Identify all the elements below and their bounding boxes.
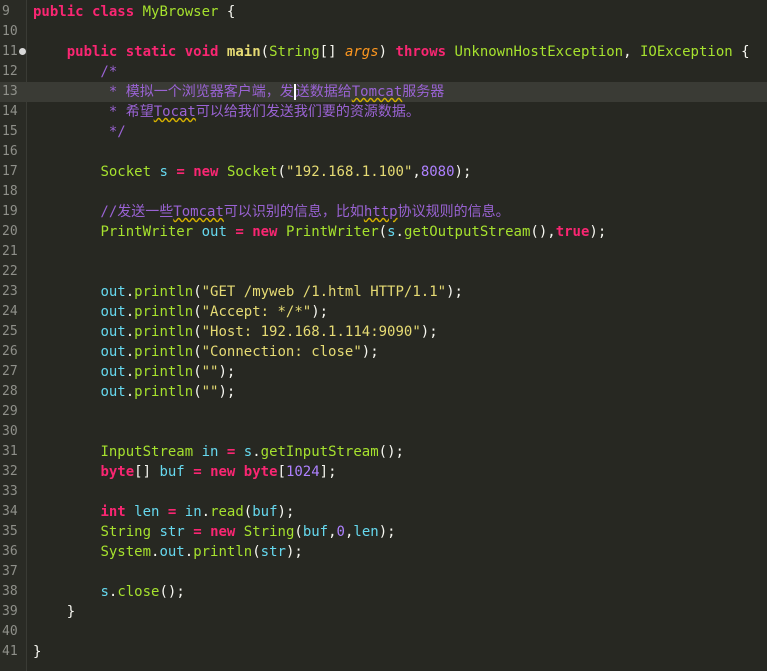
code-line[interactable]: 33 <box>0 482 767 502</box>
code-line[interactable]: 25 out.println("Host: 192.168.1.114:9090… <box>0 322 767 342</box>
code-line[interactable]: 35 String str = new String(buf,0,len); <box>0 522 767 542</box>
code-line[interactable]: 20 PrintWriter out = new PrintWriter(s.g… <box>0 222 767 242</box>
code-line[interactable]: 41} <box>0 642 767 662</box>
code-text: out.println(""); <box>100 384 236 400</box>
code-editor[interactable]: 9 public class MyBrowser { 10 11 public sta… <box>0 0 767 671</box>
code-text: Socket s = new Socket("192.168.1.100",80… <box>100 164 472 180</box>
line-number: 24 <box>2 304 18 319</box>
code-line[interactable]: 37 <box>0 562 767 582</box>
line-number: 34 <box>2 504 18 519</box>
code-line[interactable]: 27 out.println(""); <box>0 362 767 382</box>
line-number: 29 <box>2 404 18 419</box>
code-text: out.println(""); <box>100 364 236 380</box>
code-line[interactable]: 29 <box>0 402 767 422</box>
code-line[interactable]: 23 out.println("GET /myweb /1.html HTTP/… <box>0 282 767 302</box>
line-number: 18 <box>2 184 18 199</box>
line-number: 21 <box>2 244 18 259</box>
line-number: 20 <box>2 224 18 239</box>
code-line[interactable]: 17 Socket s = new Socket("192.168.1.100"… <box>0 162 767 182</box>
fold-toggle-icon[interactable] <box>19 48 26 55</box>
line-number: 15 <box>2 124 18 139</box>
code-line[interactable]: 28 out.println(""); <box>0 382 767 402</box>
code-line[interactable]: 26 out.println("Connection: close"); <box>0 342 767 362</box>
line-number: 31 <box>2 444 18 459</box>
code-line[interactable]: 39 } <box>0 602 767 622</box>
code-text: out.println("GET /myweb /1.html HTTP/1.1… <box>100 284 463 300</box>
line-number: 12 <box>2 64 18 79</box>
line-number: 10 <box>2 24 18 39</box>
code-line[interactable]: 34 int len = in.read(buf); <box>0 502 767 522</box>
line-number: 26 <box>2 344 18 359</box>
code-text: } <box>33 604 76 620</box>
code-text: out.println("Accept: */*"); <box>100 304 329 320</box>
code-line[interactable]: 21 <box>0 242 767 262</box>
code-text: * 模拟一个浏览器客户端，发 送数据给Tomcat服务器 <box>33 84 445 100</box>
code-text: byte[] buf = new byte[1024]; <box>100 464 337 480</box>
line-number: 17 <box>2 164 18 179</box>
code-text: * 希望Tocat可以给我们发送我们要的资源数据。 <box>33 104 420 120</box>
code-text: /* <box>33 64 118 80</box>
code-line[interactable]: 30 <box>0 422 767 442</box>
line-number: 38 <box>2 584 18 599</box>
code-line[interactable]: 12 /* <box>0 62 767 82</box>
line-number: 22 <box>2 264 18 279</box>
code-text: s.close(); <box>100 584 185 600</box>
code-line[interactable]: 13 * 模拟一个浏览器客户端，发 送数据给Tomcat服务器 <box>0 82 767 102</box>
line-number: 16 <box>2 144 18 159</box>
line-number: 33 <box>2 484 18 499</box>
code-text: out.println("Host: 192.168.1.114:9090"); <box>100 324 438 340</box>
code-line[interactable]: 10 <box>0 22 767 42</box>
code-line[interactable]: 15 */ <box>0 122 767 142</box>
code-line[interactable]: 22 <box>0 262 767 282</box>
code-text: int len = in.read(buf); <box>100 504 295 520</box>
line-number: 27 <box>2 364 18 379</box>
code-lines: 9 public class MyBrowser { 10 11 public sta… <box>0 2 767 662</box>
code-text: public class MyBrowser { <box>33 4 236 20</box>
code-text: //发送一些Tomcat可以识别的信息，比如http协议规则的信息。 <box>33 204 510 220</box>
code-line[interactable]: 24 out.println("Accept: */*"); <box>0 302 767 322</box>
text-cursor <box>293 84 296 100</box>
line-number: 35 <box>2 524 18 539</box>
line-number: 37 <box>2 564 18 579</box>
code-text: PrintWriter out = new PrintWriter(s.getO… <box>100 224 607 240</box>
line-number: 32 <box>2 464 18 479</box>
code-line[interactable]: 38 s.close(); <box>0 582 767 602</box>
line-number: 14 <box>2 104 18 119</box>
code-text: public static void main(String[] args) t… <box>66 44 750 60</box>
code-line[interactable]: 14 * 希望Tocat可以给我们发送我们要的资源数据。 <box>0 102 767 122</box>
line-number: 13 <box>2 84 18 99</box>
line-number: 40 <box>2 624 18 639</box>
line-number: 9 <box>2 4 10 19</box>
code-line[interactable]: 9 public class MyBrowser { <box>0 2 767 22</box>
code-line[interactable]: 40 <box>0 622 767 642</box>
code-text: InputStream in = s.getInputStream(); <box>100 444 404 460</box>
code-text: System.out.println(str); <box>100 544 303 560</box>
line-number: 30 <box>2 424 18 439</box>
line-number: 39 <box>2 604 18 619</box>
code-line[interactable]: 19 //发送一些Tomcat可以识别的信息，比如http协议规则的信息。 <box>0 202 767 222</box>
code-text: String str = new String(buf,0,len); <box>100 524 396 540</box>
code-text: out.println("Connection: close"); <box>100 344 379 360</box>
code-text: */ <box>33 124 126 140</box>
line-number: 25 <box>2 324 18 339</box>
code-text: } <box>33 644 42 660</box>
line-number: 41 <box>2 644 18 659</box>
code-line[interactable]: 11 public static void main(String[] args… <box>0 42 767 62</box>
line-number: 28 <box>2 384 18 399</box>
line-number: 23 <box>2 284 18 299</box>
code-line[interactable]: 16 <box>0 142 767 162</box>
code-line[interactable]: 32 byte[] buf = new byte[1024]; <box>0 462 767 482</box>
line-number: 19 <box>2 204 18 219</box>
code-line[interactable]: 36 System.out.println(str); <box>0 542 767 562</box>
code-line[interactable]: 18 <box>0 182 767 202</box>
line-number: 36 <box>2 544 18 559</box>
code-line[interactable]: 31 InputStream in = s.getInputStream(); <box>0 442 767 462</box>
